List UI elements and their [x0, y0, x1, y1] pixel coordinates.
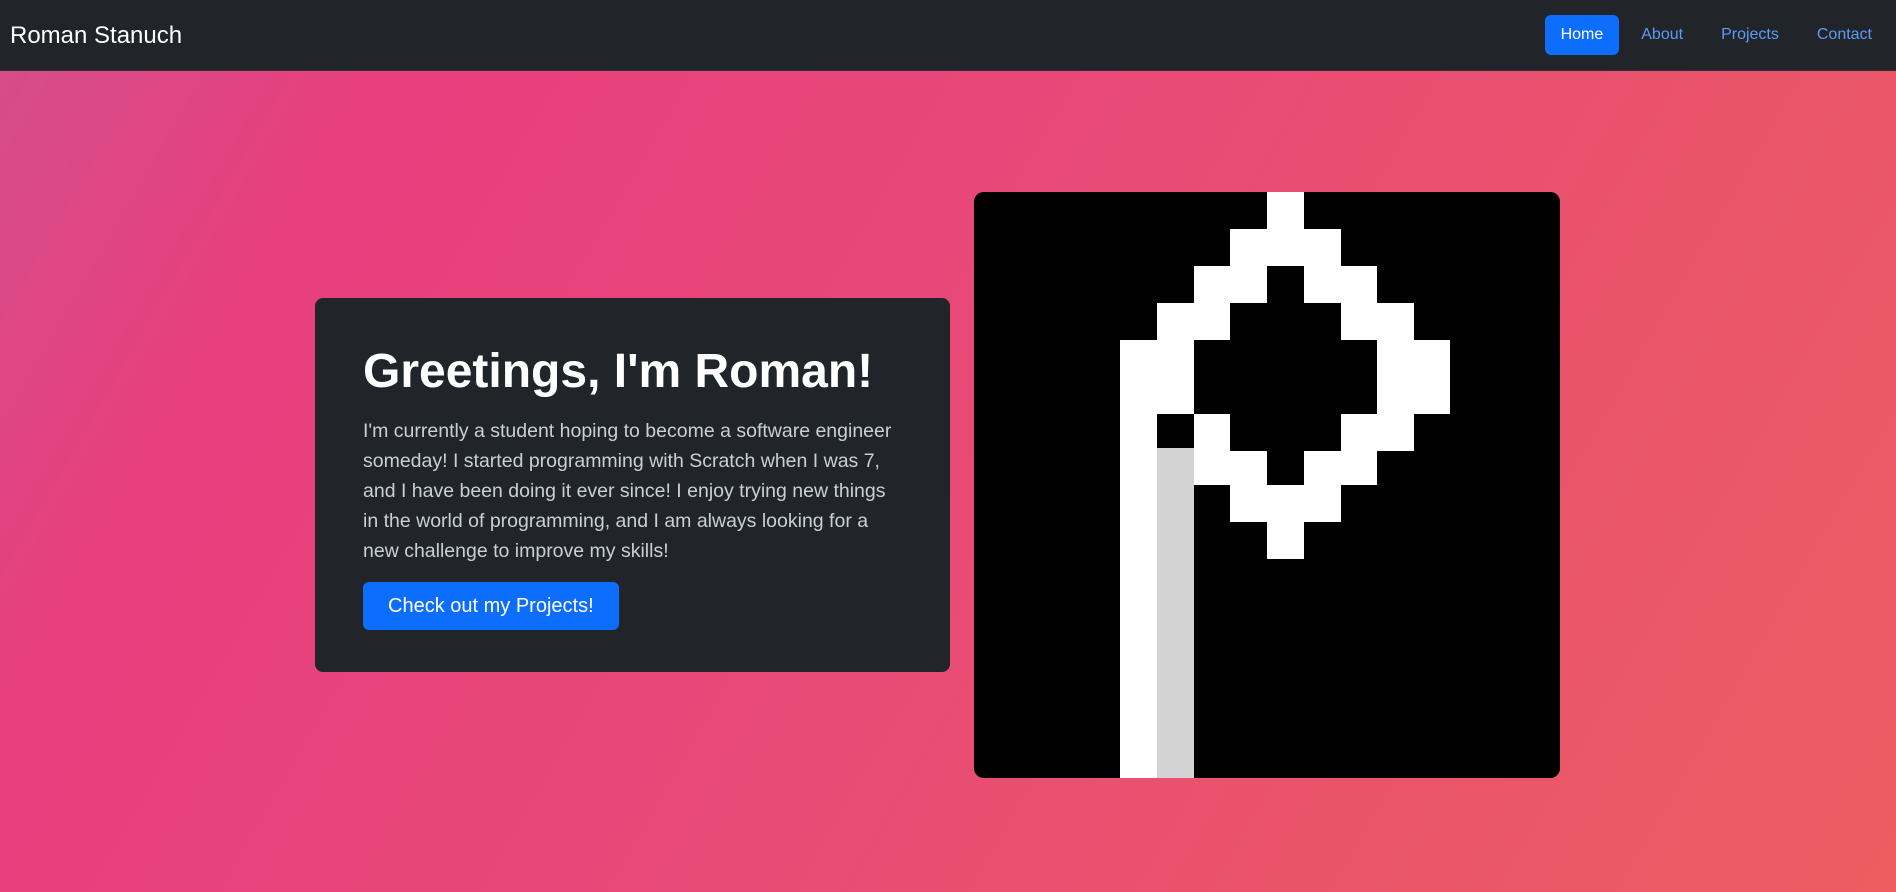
nav-links: Home About Projects Contact [1544, 15, 1888, 55]
pixel-p-logo-icon [974, 192, 1560, 778]
nav-home-link[interactable]: Home [1544, 15, 1620, 55]
logo-svg [974, 192, 1560, 778]
top-navbar: Roman Stanuch Home About Projects Contac… [0, 0, 1896, 71]
intro-card: Greetings, I'm Roman! I'm currently a st… [315, 298, 950, 672]
hero-heading: Greetings, I'm Roman! [363, 345, 874, 398]
brand-link[interactable]: Roman Stanuch [10, 0, 182, 71]
nav-about-link[interactable]: About [1625, 15, 1699, 55]
nav-contact-link[interactable]: Contact [1801, 15, 1888, 55]
projects-cta-button[interactable]: Check out my Projects! [363, 582, 619, 630]
hero-description: I'm currently a student hoping to become… [363, 420, 892, 562]
nav-projects-link[interactable]: Projects [1705, 15, 1795, 55]
